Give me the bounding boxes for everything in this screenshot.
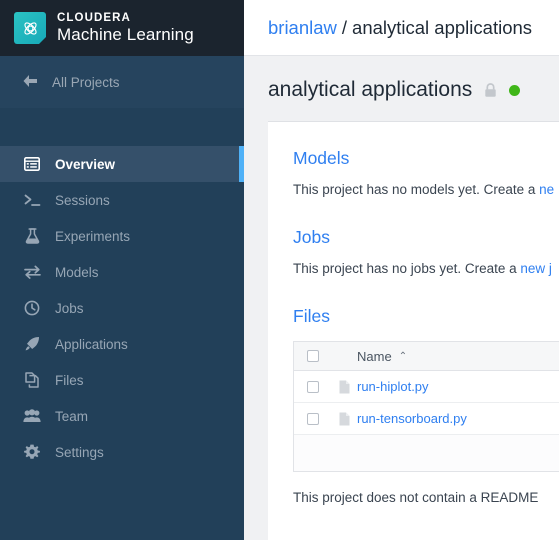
file-name-link[interactable]: run-hiplot.py (357, 379, 429, 394)
table-row[interactable]: run-hiplot.py (294, 371, 559, 403)
main-area: brianlaw / analytical applications analy… (244, 0, 559, 540)
file-name-link[interactable]: run-tensorboard.py (357, 411, 467, 426)
row-checkbox-cell[interactable] (294, 412, 332, 425)
sidebar-item-models[interactable]: Models (0, 254, 244, 290)
jobs-empty-text: This project has no jobs yet. Create a n… (293, 261, 559, 276)
breadcrumb-separator: / (341, 16, 348, 38)
row-checkbox-cell[interactable] (294, 380, 332, 393)
file-document-icon (332, 380, 357, 394)
all-projects-label: All Projects (52, 74, 120, 90)
sort-ascending-icon[interactable]: ⌃ (399, 351, 407, 362)
lock-icon (484, 82, 497, 98)
sidebar-item-team[interactable]: Team (0, 398, 244, 434)
cloudera-atom-logo-icon (14, 12, 46, 44)
readme-note: This project does not contain a README (293, 490, 539, 505)
rocket-icon (22, 335, 42, 353)
file-document-icon (332, 412, 357, 426)
sidebar-item-experiments[interactable]: Experiments (0, 218, 244, 254)
arrow-left-icon (22, 74, 38, 91)
brand-line-product: Machine Learning (57, 25, 194, 45)
gear-icon (22, 443, 42, 461)
jobs-section-title[interactable]: Jobs (293, 227, 559, 248)
models-empty-text: This project has no models yet. Create a… (293, 182, 559, 197)
brand-text: CLOUDERA Machine Learning (57, 11, 194, 45)
files-section-title[interactable]: Files (293, 306, 559, 327)
files-table: Name ⌃ run-hiplot.py run-tensorboard.py (293, 341, 559, 472)
terminal-prompt-icon (22, 191, 42, 209)
models-empty-prefix: This project has no models yet. Create a (293, 182, 540, 197)
jobs-section: Jobs This project has no jobs yet. Creat… (293, 227, 559, 276)
all-projects-link[interactable]: All Projects (0, 56, 244, 108)
page-title: analytical applications (268, 78, 473, 101)
column-header-name[interactable]: Name ⌃ (357, 349, 407, 364)
app-root: CLOUDERA Machine Learning All Projects O… (0, 0, 559, 540)
sidebar-item-label: Sessions (55, 192, 110, 208)
brand-header[interactable]: CLOUDERA Machine Learning (0, 0, 244, 56)
sidebar-item-files[interactable]: Files (0, 362, 244, 398)
select-all-checkbox-cell[interactable] (294, 350, 332, 362)
sidebar-item-label: Experiments (55, 228, 131, 244)
sidebar-item-label: Team (55, 408, 89, 424)
sidebar-item-settings[interactable]: Settings (0, 434, 244, 470)
table-row[interactable]: run-tensorboard.py (294, 403, 559, 435)
page-header-band: analytical applications (244, 56, 559, 122)
select-all-checkbox[interactable] (307, 350, 319, 362)
models-section: Models This project has no models yet. C… (293, 148, 559, 197)
files-table-footer (294, 435, 559, 471)
files-section: Files Name ⌃ run-hiplot.py run-tensorboa… (293, 306, 559, 505)
sidebar-item-applications[interactable]: Applications (0, 326, 244, 362)
column-header-name-label: Name (357, 348, 392, 364)
brand-line-cloudera: CLOUDERA (57, 11, 131, 24)
sidebar-item-label: Overview (55, 156, 116, 172)
sidebar-item-overview[interactable]: Overview (0, 146, 244, 182)
new-model-link[interactable]: ne (539, 182, 554, 197)
jobs-empty-prefix: This project has no jobs yet. Create a (293, 261, 521, 276)
models-section-title[interactable]: Models (293, 148, 559, 169)
sidebar-item-label: Models (55, 264, 99, 280)
sidebar-item-sessions[interactable]: Sessions (0, 182, 244, 218)
row-checkbox[interactable] (307, 412, 319, 425)
files-copy-icon (22, 371, 42, 389)
sidebar-item-label: Files (55, 372, 84, 388)
people-group-icon (22, 407, 42, 425)
exchange-arrows-icon (22, 263, 42, 281)
breadcrumb-project: analytical applications (352, 16, 533, 38)
files-table-header: Name ⌃ (294, 342, 559, 371)
sidebar-nav: Overview Sessions Experiments Models Job… (0, 146, 244, 470)
flask-icon (22, 227, 42, 245)
breadcrumb: brianlaw / analytical applications (244, 0, 559, 56)
status-indicator-dot (509, 84, 521, 96)
sidebar-item-label: Settings (55, 444, 104, 460)
sidebar-item-label: Applications (55, 336, 128, 352)
content-card: Models This project has no models yet. C… (268, 122, 559, 540)
page-title-row: analytical applications (268, 78, 559, 102)
row-checkbox[interactable] (307, 380, 319, 393)
new-job-link[interactable]: new j (520, 261, 552, 276)
clock-icon (22, 299, 42, 317)
sidebar-item-jobs[interactable]: Jobs (0, 290, 244, 326)
overview-list-icon (22, 155, 42, 173)
breadcrumb-user-link[interactable]: brianlaw (268, 17, 337, 39)
sidebar-item-label: Jobs (55, 300, 84, 316)
sidebar: CLOUDERA Machine Learning All Projects O… (0, 0, 244, 540)
